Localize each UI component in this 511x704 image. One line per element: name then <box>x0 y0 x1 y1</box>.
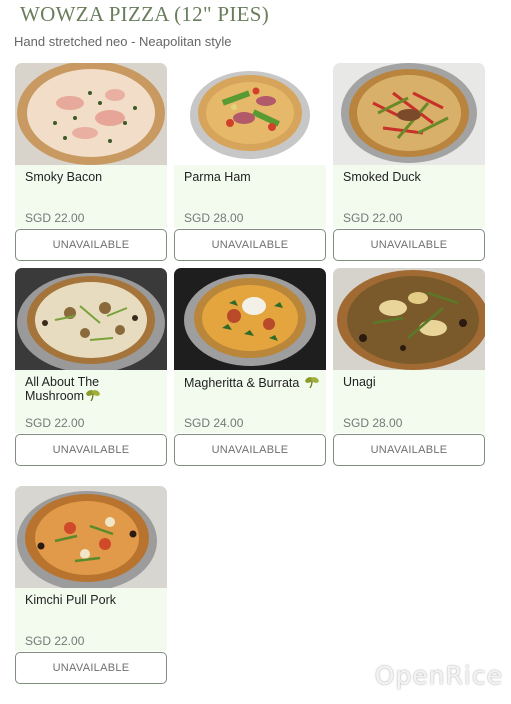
pizza-photo <box>15 486 167 588</box>
menu-item-info: Parma Ham SGD 28.00 <box>174 165 326 228</box>
menu-item-name-text: Smoky Bacon <box>25 170 103 184</box>
menu-item-name: Smoky Bacon <box>25 171 160 184</box>
menu-item-card[interactable]: Parma Ham SGD 28.00 UNAVAILABLE <box>174 63 326 261</box>
menu-item-info: Smoky Bacon SGD 22.00 <box>15 165 167 228</box>
menu-item-name: Unagi <box>343 376 478 389</box>
menu-item-price: SGD 28.00 <box>184 211 244 225</box>
menu-item-card[interactable]: Smoky Bacon SGD 22.00 UNAVAILABLE <box>15 63 167 261</box>
menu-item-card[interactable]: Magheritta & Burrata SGD 24.00 UNAVAILAB… <box>174 268 326 466</box>
menu-item-card[interactable]: Smoked Duck SGD 22.00 UNAVAILABLE <box>333 63 485 261</box>
menu-item-card[interactable]: All About The Mushroom SGD 22.00 UNAVAIL… <box>15 268 167 466</box>
pizza-photo <box>15 63 167 165</box>
menu-item-info: Unagi SGD 28.00 <box>333 370 485 433</box>
menu-item-info: Smoked Duck SGD 22.00 <box>333 165 485 228</box>
menu-item-name: All About The Mushroom <box>25 376 160 404</box>
pizza-photo <box>333 63 485 165</box>
unavailable-button[interactable]: UNAVAILABLE <box>15 434 167 466</box>
menu-item-name: Magheritta & Burrata <box>184 376 319 391</box>
vegetarian-leaf-icon <box>86 389 100 404</box>
menu-item-name-text: Magheritta & Burrata <box>184 375 300 390</box>
page-title: WOWZA PIZZA (12" PIES) <box>20 2 270 26</box>
menu-item-name-text: Unagi <box>343 375 376 389</box>
vegetarian-leaf-icon <box>305 376 319 391</box>
menu-item-price: SGD 22.00 <box>343 211 403 225</box>
menu-item-name-text: Smoked Duck <box>343 170 421 184</box>
menu-item-price: SGD 28.00 <box>343 416 403 430</box>
menu-item-info: Magheritta & Burrata SGD 24.00 <box>174 370 326 433</box>
unavailable-button[interactable]: UNAVAILABLE <box>15 229 167 261</box>
menu-item-price: SGD 22.00 <box>25 416 85 430</box>
unavailable-button[interactable]: UNAVAILABLE <box>333 434 485 466</box>
menu-item-price: SGD 22.00 <box>25 211 85 225</box>
pizza-photo <box>333 268 485 370</box>
menu-item-price: SGD 24.00 <box>184 416 244 430</box>
menu-item-info: Kimchi Pull Pork SGD 22.00 <box>15 588 167 651</box>
menu-item-name: Parma Ham <box>184 171 319 184</box>
menu-item-card[interactable]: Unagi SGD 28.00 UNAVAILABLE <box>333 268 485 466</box>
section-subtitle: Hand stretched neo - Neapolitan style <box>14 34 232 49</box>
unavailable-button[interactable]: UNAVAILABLE <box>15 652 167 684</box>
menu-item-name: Kimchi Pull Pork <box>25 594 160 607</box>
menu-item-price: SGD 22.00 <box>25 634 85 648</box>
pizza-photo <box>15 268 167 370</box>
unavailable-button[interactable]: UNAVAILABLE <box>174 434 326 466</box>
menu-item-name-text: Parma Ham <box>184 170 251 184</box>
pizza-photo <box>174 63 326 165</box>
menu-item-name-text: Kimchi Pull Pork <box>25 593 116 607</box>
unavailable-button[interactable]: UNAVAILABLE <box>174 229 326 261</box>
openrice-watermark-logo: OpenRice <box>374 661 503 690</box>
unavailable-button[interactable]: UNAVAILABLE <box>333 229 485 261</box>
menu-item-name: Smoked Duck <box>343 171 478 184</box>
pizza-photo <box>174 268 326 370</box>
menu-item-info: All About The Mushroom SGD 22.00 <box>15 370 167 433</box>
menu-item-card[interactable]: Kimchi Pull Pork SGD 22.00 UNAVAILABLE <box>15 486 167 684</box>
